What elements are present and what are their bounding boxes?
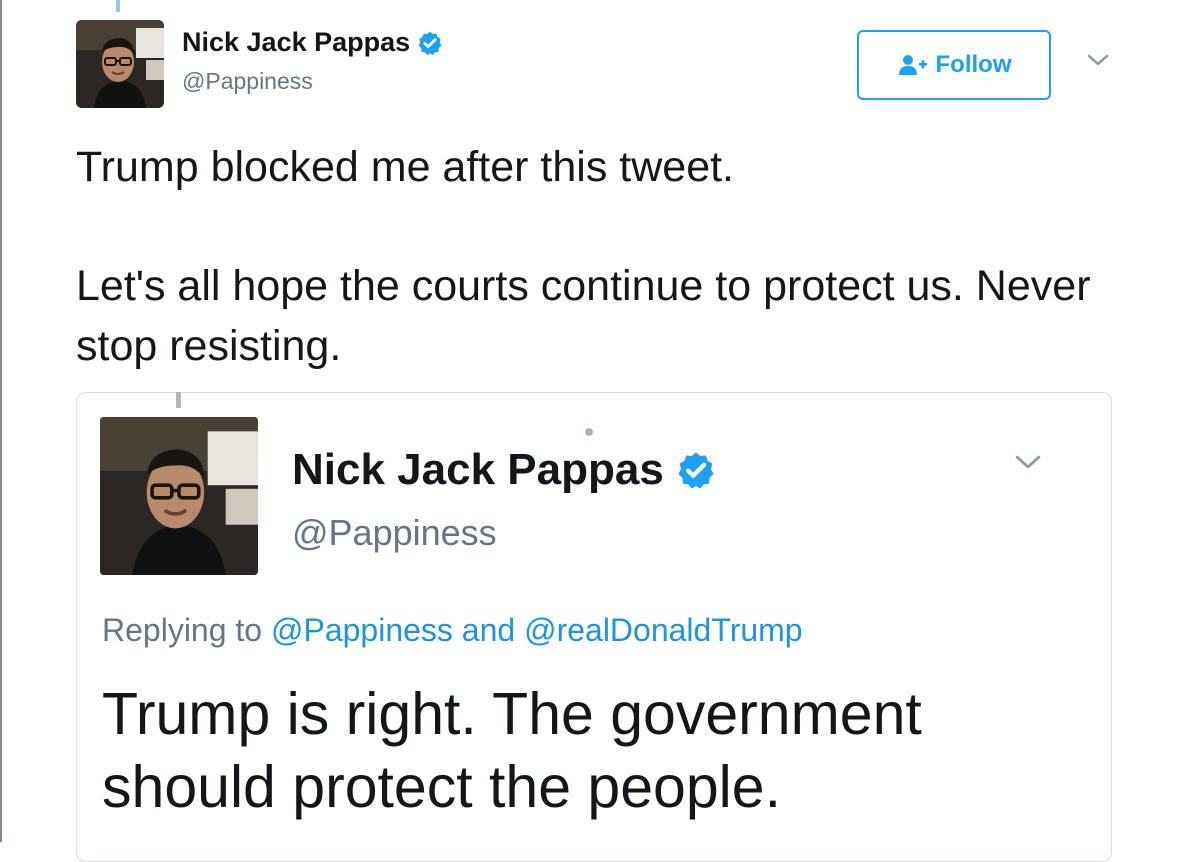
follow-button-label: Follow — [935, 51, 1012, 78]
replying-to-line: Replying to @Pappiness and @realDonaldTr… — [102, 612, 803, 649]
quoted-author-handle[interactable]: @Pappiness — [292, 512, 497, 554]
quoted-tweet-text: Trump is right. The government should pr… — [102, 681, 939, 820]
quoted-author-name-text: Nick Jack Pappas — [292, 445, 664, 494]
tweet-text-paragraph: Let's all hope the courts continue to pr… — [76, 262, 1103, 370]
follow-button[interactable]: Follow — [857, 30, 1051, 100]
mention-joiner: and — [461, 612, 516, 648]
quoted-author-avatar[interactable] — [100, 417, 258, 575]
author-avatar[interactable] — [76, 20, 164, 108]
author-name-text: Nick Jack Pappas — [182, 27, 411, 57]
profile-photo-icon — [76, 20, 164, 108]
mention-link[interactable]: @realDonaldTrump — [524, 612, 803, 648]
verified-badge-icon — [676, 450, 716, 490]
verified-badge-icon — [417, 30, 443, 56]
chevron-down-icon[interactable] — [1013, 452, 1043, 472]
author-display-name[interactable]: Nick Jack Pappas — [182, 27, 443, 58]
tweet-text-line: Trump blocked me after this tweet. — [76, 143, 734, 191]
quoted-author-display-name[interactable]: Nick Jack Pappas — [292, 445, 716, 495]
profile-photo-icon — [100, 417, 258, 575]
quote-marker-dot — [585, 428, 593, 436]
author-handle[interactable]: @Pappiness — [182, 68, 313, 95]
quote-connector-tick — [176, 392, 181, 408]
chevron-down-icon[interactable] — [1086, 52, 1110, 68]
add-person-icon — [897, 54, 927, 76]
thread-connector-tick — [116, 0, 120, 12]
replying-to-prefix: Replying to — [102, 612, 263, 648]
left-edge-rule — [0, 0, 2, 842]
mention-link[interactable]: @Pappiness — [271, 612, 453, 648]
